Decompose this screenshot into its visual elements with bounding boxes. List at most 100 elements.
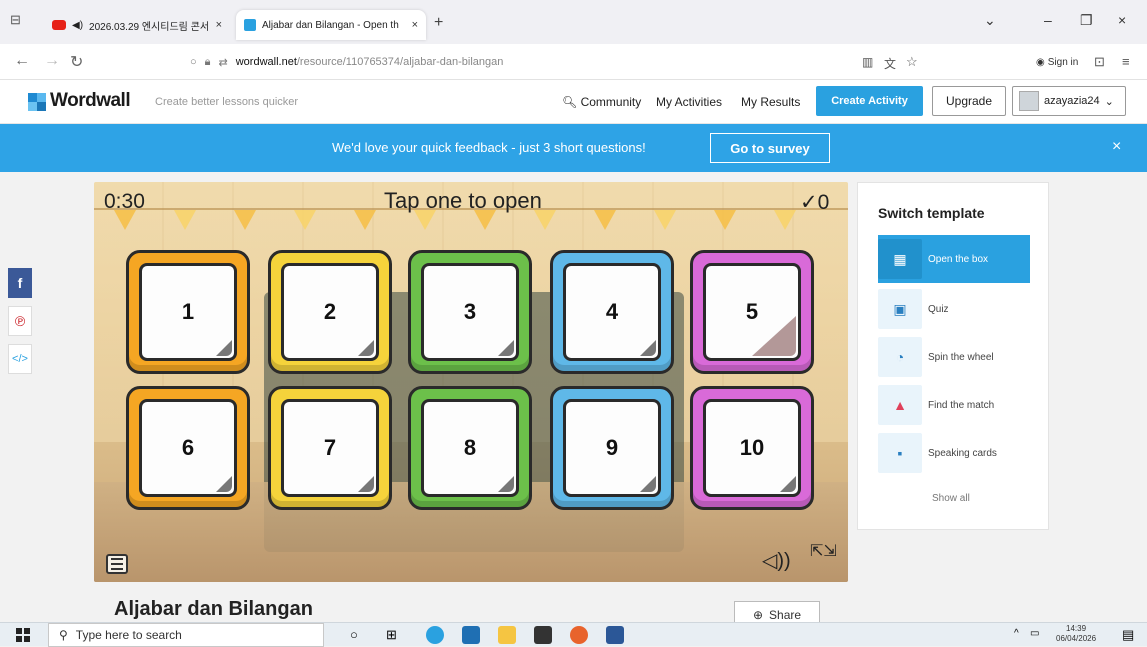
- avatar: [1019, 91, 1039, 111]
- template-label: Speaking cards: [928, 447, 997, 459]
- box-10[interactable]: 10: [690, 386, 814, 510]
- template-spin-the-wheel[interactable]: ◔ Spin the wheel: [878, 333, 1030, 381]
- file-explorer-icon[interactable]: [498, 626, 516, 644]
- search-icon: ⚲: [59, 628, 68, 642]
- logo-text[interactable]: Wordwall: [50, 90, 131, 112]
- tab-wordwall[interactable]: Aljabar dan Bilangan - Open th ×: [236, 10, 426, 40]
- peel-corner-icon: [498, 476, 514, 492]
- camera-icon[interactable]: [534, 626, 552, 644]
- peel-corner-icon: [640, 340, 656, 356]
- pinterest-share-icon[interactable]: ℗: [8, 306, 32, 336]
- peel-corner-icon: [780, 476, 796, 492]
- box-number: 2: [281, 263, 379, 361]
- store-icon[interactable]: [462, 626, 480, 644]
- peel-corner-icon: [498, 340, 514, 356]
- peel-corner-icon: [358, 340, 374, 356]
- user-menu-button[interactable]: azayazia24 ⌄: [1012, 86, 1126, 116]
- extensions-icon[interactable]: ⊡: [1094, 54, 1105, 70]
- game-stage: 0:30 Tap one to open ✓0 1 2 3 4 5 6 7 8 9 10 ◁)) …: [94, 182, 848, 582]
- box-1[interactable]: 1: [126, 250, 250, 374]
- network-icon[interactable]: ▭: [1030, 628, 1039, 639]
- box-number: 8: [421, 399, 519, 497]
- taskbar-clock[interactable]: 14:39 06/04/2026: [1056, 624, 1096, 644]
- activity-title: Aljabar dan Bilangan: [114, 598, 313, 620]
- close-icon[interactable]: ×: [412, 19, 418, 31]
- facebook-share-icon[interactable]: f: [8, 268, 32, 298]
- go-to-survey-button[interactable]: Go to survey: [710, 133, 830, 163]
- instruction-text: Tap one to open: [384, 188, 542, 213]
- menu-icon[interactable]: ≡: [1122, 54, 1130, 69]
- back-button[interactable]: ←: [14, 52, 30, 70]
- banner-text: We'd love your quick feedback - just 3 s…: [332, 140, 646, 155]
- windows-taskbar: ⚲ Type here to search ○ ⊞ ^ ▭ 14:39 06/0…: [0, 622, 1147, 647]
- peel-corner-icon: [640, 476, 656, 492]
- restore-button[interactable]: ❐: [1080, 12, 1093, 29]
- box-6[interactable]: 6: [126, 386, 250, 510]
- edge-icon[interactable]: [426, 626, 444, 644]
- url-host: wordwall.net: [235, 56, 297, 68]
- template-label: Spin the wheel: [928, 351, 994, 363]
- address-bar[interactable]: ○ 🔒︎ ⇄ wordwall.net/resource/110765374/a…: [190, 50, 910, 74]
- embed-code-icon[interactable]: </>: [8, 344, 32, 374]
- tab-overflow-chevron-icon[interactable]: ⌄: [984, 12, 996, 29]
- word-icon[interactable]: [606, 626, 624, 644]
- new-tab-button[interactable]: +: [434, 14, 443, 32]
- template-find-the-match[interactable]: ▲ Find the match: [878, 381, 1030, 429]
- box-number: 1: [139, 263, 237, 361]
- close-icon[interactable]: ×: [216, 19, 222, 31]
- username: azayazia24: [1044, 95, 1100, 107]
- translate-icon[interactable]: 文: [884, 55, 896, 72]
- speaking-cards-icon: ▪: [878, 433, 922, 473]
- fullscreen-icon[interactable]: ⇱⇲: [810, 544, 837, 560]
- box-number: 5: [703, 263, 801, 361]
- windows-start-icon[interactable]: [16, 628, 30, 642]
- box-8[interactable]: 8: [408, 386, 532, 510]
- reload-button[interactable]: ↻: [70, 52, 83, 72]
- feedback-banner: We'd love your quick feedback - just 3 s…: [0, 124, 1147, 172]
- bookmark-star-icon[interactable]: ☆: [906, 54, 918, 70]
- upgrade-button[interactable]: Upgrade: [932, 86, 1006, 116]
- nav-my-activities[interactable]: My Activities: [656, 95, 722, 109]
- box-2[interactable]: 2: [268, 250, 392, 374]
- cortana-icon[interactable]: ○: [350, 627, 358, 642]
- template-open-the-box[interactable]: ▦ Open the box: [878, 235, 1030, 283]
- box-5[interactable]: 5: [690, 250, 814, 374]
- peel-corner-icon: [358, 476, 374, 492]
- reader-view-icon[interactable]: ▥: [862, 55, 873, 69]
- wordwall-logo-icon: [28, 93, 46, 111]
- show-all-link[interactable]: Show all: [932, 493, 970, 504]
- nav-my-results[interactable]: My Results: [741, 95, 800, 109]
- share-label: Share: [769, 607, 802, 622]
- clock-date: 06/04/2026: [1056, 634, 1097, 643]
- box-3[interactable]: 3: [408, 250, 532, 374]
- sound-icon[interactable]: ◁)): [762, 548, 791, 573]
- box-4[interactable]: 4: [550, 250, 674, 374]
- quiz-icon: ▣: [878, 289, 922, 329]
- tab-concert[interactable]: ◀) 2026.03.29 엔시티드림 콘서 ×: [44, 10, 230, 40]
- notifications-icon[interactable]: ▤: [1122, 627, 1134, 643]
- box-9[interactable]: 9: [550, 386, 674, 510]
- search-placeholder: Type here to search: [75, 628, 182, 642]
- task-view-icon[interactable]: ⊞: [386, 627, 397, 643]
- forward-button[interactable]: →: [44, 52, 60, 70]
- minimize-button[interactable]: –: [1044, 12, 1052, 28]
- youtube-icon: [52, 20, 66, 30]
- search-icon: 🔍︎: [562, 95, 578, 109]
- spin-the-wheel-icon: ◔: [878, 337, 922, 377]
- game-menu-button[interactable]: [106, 554, 128, 574]
- template-speaking-cards[interactable]: ▪ Speaking cards: [878, 429, 1030, 477]
- banner-close-icon[interactable]: ×: [1112, 138, 1121, 156]
- share-icon: ⊕: [752, 607, 764, 622]
- tray-chevron-icon[interactable]: ^: [1014, 628, 1019, 639]
- window-close-button[interactable]: ×: [1118, 12, 1126, 28]
- nav-community[interactable]: 🔍︎ Community: [562, 95, 641, 109]
- tab-list-icon[interactable]: ⊟: [10, 12, 21, 28]
- box-7[interactable]: 7: [268, 386, 392, 510]
- template-quiz[interactable]: ▣ Quiz: [878, 285, 1030, 333]
- sign-in-button[interactable]: ◉ Sign in: [1030, 53, 1084, 71]
- taskbar-search-input[interactable]: ⚲ Type here to search: [48, 623, 324, 647]
- timer: 0:30: [104, 190, 145, 213]
- create-activity-button[interactable]: Create Activity: [816, 86, 923, 116]
- firefox-icon[interactable]: [570, 626, 588, 644]
- tab-label: 2026.03.29 엔시티드림 콘서: [89, 21, 210, 33]
